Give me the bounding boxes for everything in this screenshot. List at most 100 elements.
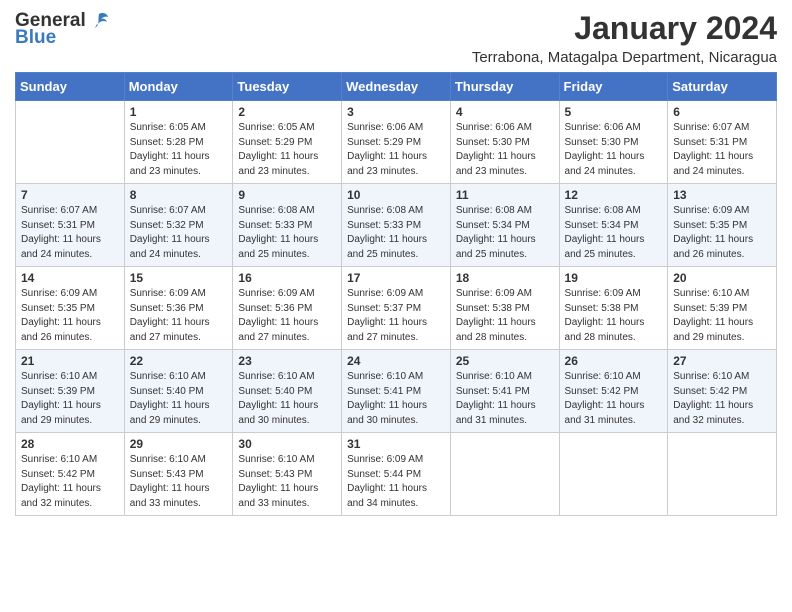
day-cell: [559, 433, 668, 516]
day-info: Sunrise: 6:10 AMSunset: 5:42 PMDaylight:…: [21, 453, 119, 511]
day-number: 24: [347, 354, 445, 368]
day-cell: 26Sunrise: 6:10 AMSunset: 5:42 PMDayligh…: [559, 350, 668, 433]
day-info: Sunrise: 6:09 AMSunset: 5:35 PMDaylight:…: [21, 287, 119, 345]
day-cell: 13 Sunrise: 6:09 AMSunset: 5:35 PMDayligh…: [668, 184, 777, 267]
day-cell: 16 Sunrise: 6:09 AMSunset: 5:36 PMDayligh…: [233, 267, 342, 350]
day-number: 25: [456, 354, 554, 368]
day-number: 8: [130, 188, 228, 202]
day-info: Sunrise: 6:07 AMSunset: 5:32 PMDaylight:…: [130, 204, 228, 262]
day-number: 11: [456, 188, 554, 202]
day-number: 10: [347, 188, 445, 202]
month-year-title: January 2024: [472, 10, 777, 47]
day-cell: 23Sunrise: 6:10 AMSunset: 5:40 PMDayligh…: [233, 350, 342, 433]
day-cell: 11 Sunrise: 6:08 AMSunset: 5:34 PMDayligh…: [450, 184, 559, 267]
day-number: 18: [456, 271, 554, 285]
day-number: 28: [21, 437, 119, 451]
day-number: 26: [565, 354, 663, 368]
day-info: Sunrise: 6:10 AMSunset: 5:41 PMDaylight:…: [456, 370, 554, 428]
day-number: 31: [347, 437, 445, 451]
day-cell: 30 Sunrise: 6:10 AMSunset: 5:43 PMDayligh…: [233, 433, 342, 516]
header-cell-tuesday: Tuesday: [233, 73, 342, 101]
page-header: General Blue January 2024 Terrabona, Mat…: [15, 10, 777, 66]
day-cell: 31 Sunrise: 6:09 AMSunset: 5:44 PMDayligh…: [342, 433, 451, 516]
day-cell: 17Sunrise: 6:09 AMSunset: 5:37 PMDayligh…: [342, 267, 451, 350]
day-cell: 29Sunrise: 6:10 AMSunset: 5:43 PMDayligh…: [124, 433, 233, 516]
day-cell: 12 Sunrise: 6:08 AMSunset: 5:34 PMDayligh…: [559, 184, 668, 267]
day-number: 15: [130, 271, 228, 285]
day-info: Sunrise: 6:10 AMSunset: 5:41 PMDaylight:…: [347, 370, 445, 428]
day-cell: 14Sunrise: 6:09 AMSunset: 5:35 PMDayligh…: [16, 267, 125, 350]
day-number: 7: [21, 188, 119, 202]
day-info: Sunrise: 6:09 AMSunset: 5:36 PMDaylight:…: [130, 287, 228, 345]
week-row-5: 28 Sunrise: 6:10 AMSunset: 5:42 PMDayligh…: [16, 433, 777, 516]
day-info: Sunrise: 6:10 AMSunset: 5:40 PMDaylight:…: [238, 370, 336, 428]
day-cell: 27Sunrise: 6:10 AMSunset: 5:42 PMDayligh…: [668, 350, 777, 433]
day-cell: 21 Sunrise: 6:10 AMSunset: 5:39 PMDayligh…: [16, 350, 125, 433]
week-row-2: 7 Sunrise: 6:07 AMSunset: 5:31 PMDaylight…: [16, 184, 777, 267]
day-info: Sunrise: 6:09 AMSunset: 5:44 PMDaylight:…: [347, 453, 445, 511]
calendar-table: SundayMondayTuesdayWednesdayThursdayFrid…: [15, 72, 777, 516]
day-info: Sunrise: 6:10 AMSunset: 5:40 PMDaylight:…: [130, 370, 228, 428]
day-info: Sunrise: 6:10 AMSunset: 5:43 PMDaylight:…: [238, 453, 336, 511]
day-cell: 28 Sunrise: 6:10 AMSunset: 5:42 PMDayligh…: [16, 433, 125, 516]
day-info: Sunrise: 6:08 AMSunset: 5:34 PMDaylight:…: [565, 204, 663, 262]
day-info: Sunrise: 6:05 AMSunset: 5:29 PMDaylight:…: [238, 121, 336, 179]
day-info: Sunrise: 6:07 AMSunset: 5:31 PMDaylight:…: [21, 204, 119, 262]
day-number: 4: [456, 105, 554, 119]
header-cell-monday: Monday: [124, 73, 233, 101]
day-cell: 10Sunrise: 6:08 AMSunset: 5:33 PMDayligh…: [342, 184, 451, 267]
day-cell: 9Sunrise: 6:08 AMSunset: 5:33 PMDaylight…: [233, 184, 342, 267]
week-row-3: 14Sunrise: 6:09 AMSunset: 5:35 PMDayligh…: [16, 267, 777, 350]
day-number: 21: [21, 354, 119, 368]
day-cell: 15 Sunrise: 6:09 AMSunset: 5:36 PMDayligh…: [124, 267, 233, 350]
day-info: Sunrise: 6:08 AMSunset: 5:34 PMDaylight:…: [456, 204, 554, 262]
day-cell: 25 Sunrise: 6:10 AMSunset: 5:41 PMDayligh…: [450, 350, 559, 433]
day-cell: [16, 101, 125, 184]
header-cell-wednesday: Wednesday: [342, 73, 451, 101]
day-info: Sunrise: 6:07 AMSunset: 5:31 PMDaylight:…: [673, 121, 771, 179]
day-cell: [668, 433, 777, 516]
header-cell-friday: Friday: [559, 73, 668, 101]
day-cell: [450, 433, 559, 516]
day-info: Sunrise: 6:08 AMSunset: 5:33 PMDaylight:…: [238, 204, 336, 262]
day-info: Sunrise: 6:10 AMSunset: 5:39 PMDaylight:…: [673, 287, 771, 345]
calendar-body: 1 Sunrise: 6:05 AMSunset: 5:28 PMDaylight…: [16, 101, 777, 516]
header-cell-sunday: Sunday: [16, 73, 125, 101]
day-info: Sunrise: 6:10 AMSunset: 5:42 PMDaylight:…: [673, 370, 771, 428]
day-number: 22: [130, 354, 228, 368]
week-row-1: 1 Sunrise: 6:05 AMSunset: 5:28 PMDaylight…: [16, 101, 777, 184]
day-number: 30: [238, 437, 336, 451]
logo-blue-text: Blue: [15, 28, 56, 49]
day-cell: 6 Sunrise: 6:07 AMSunset: 5:31 PMDaylight…: [668, 101, 777, 184]
day-cell: 19 Sunrise: 6:09 AMSunset: 5:38 PMDayligh…: [559, 267, 668, 350]
day-number: 6: [673, 105, 771, 119]
day-cell: 5Sunrise: 6:06 AMSunset: 5:30 PMDaylight…: [559, 101, 668, 184]
day-cell: 22 Sunrise: 6:10 AMSunset: 5:40 PMDayligh…: [124, 350, 233, 433]
day-cell: 2 Sunrise: 6:05 AMSunset: 5:29 PMDaylight…: [233, 101, 342, 184]
header-cell-thursday: Thursday: [450, 73, 559, 101]
day-number: 13: [673, 188, 771, 202]
header-row: SundayMondayTuesdayWednesdayThursdayFrid…: [16, 73, 777, 101]
day-info: Sunrise: 6:09 AMSunset: 5:37 PMDaylight:…: [347, 287, 445, 345]
location-subtitle: Terrabona, Matagalpa Department, Nicarag…: [472, 49, 777, 66]
day-number: 16: [238, 271, 336, 285]
day-info: Sunrise: 6:05 AMSunset: 5:28 PMDaylight:…: [130, 121, 228, 179]
day-number: 5: [565, 105, 663, 119]
week-row-4: 21 Sunrise: 6:10 AMSunset: 5:39 PMDayligh…: [16, 350, 777, 433]
day-info: Sunrise: 6:10 AMSunset: 5:39 PMDaylight:…: [21, 370, 119, 428]
day-info: Sunrise: 6:09 AMSunset: 5:35 PMDaylight:…: [673, 204, 771, 262]
day-number: 20: [673, 271, 771, 285]
day-cell: 8 Sunrise: 6:07 AMSunset: 5:32 PMDaylight…: [124, 184, 233, 267]
day-info: Sunrise: 6:09 AMSunset: 5:38 PMDaylight:…: [565, 287, 663, 345]
day-info: Sunrise: 6:09 AMSunset: 5:38 PMDaylight:…: [456, 287, 554, 345]
day-number: 19: [565, 271, 663, 285]
day-number: 3: [347, 105, 445, 119]
logo: General Blue: [15, 10, 110, 49]
calendar-header: SundayMondayTuesdayWednesdayThursdayFrid…: [16, 73, 777, 101]
day-number: 1: [130, 105, 228, 119]
day-number: 2: [238, 105, 336, 119]
day-number: 12: [565, 188, 663, 202]
day-cell: 3Sunrise: 6:06 AMSunset: 5:29 PMDaylight…: [342, 101, 451, 184]
day-cell: 18 Sunrise: 6:09 AMSunset: 5:38 PMDayligh…: [450, 267, 559, 350]
day-info: Sunrise: 6:09 AMSunset: 5:36 PMDaylight:…: [238, 287, 336, 345]
